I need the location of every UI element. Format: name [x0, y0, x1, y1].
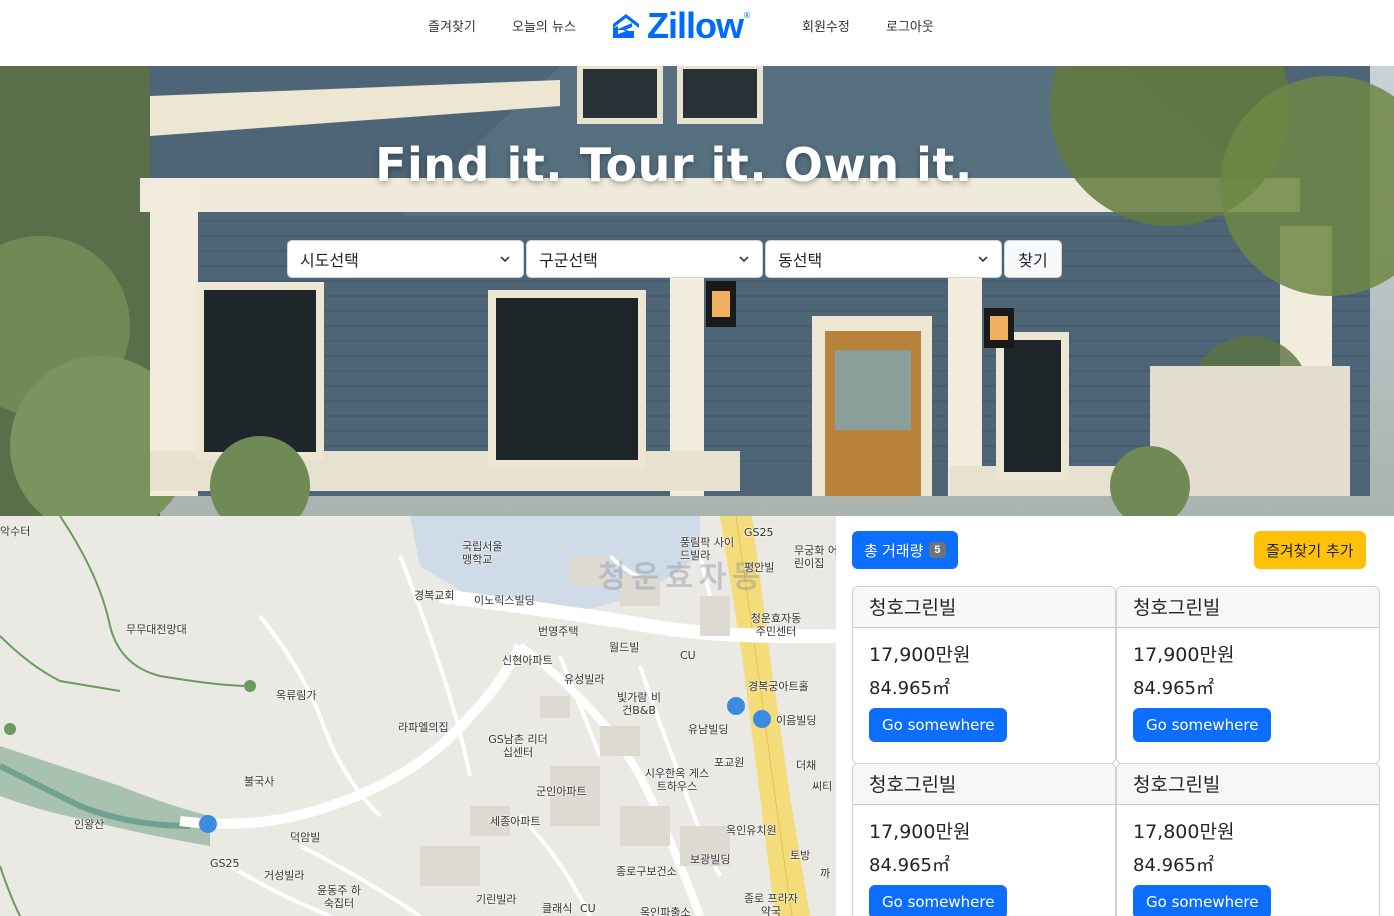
map-place-label: GS25 [210, 857, 240, 870]
total-transactions-label: 총 거래량 [864, 542, 924, 560]
property-name: 청호그린빌 [1117, 764, 1379, 805]
total-transactions-button[interactable]: 총 거래량 5 [852, 531, 958, 569]
map-place-label: 무궁화 어린이집 [794, 544, 836, 570]
map-place-label: 군인아파트 [536, 785, 587, 798]
go-somewhere-button[interactable]: Go somewhere [1133, 885, 1272, 916]
hero-title: Find it. Tour it. Own it. [375, 138, 973, 192]
map-place-label: 신현아파트 [502, 654, 553, 667]
map-place-label: 씨티 [812, 780, 833, 793]
region-search-form: 시도선택 구군선택 동선택 찾기 [287, 240, 1062, 278]
map-place-label: 토방 [790, 849, 811, 862]
property-price: 17,900만원 [869, 821, 971, 843]
property-price: 17,900만원 [869, 644, 971, 666]
map-place-label: GS25 [744, 526, 774, 539]
zillow-house-icon [613, 14, 639, 38]
property-card: 청호그린빌 17,900만원 84.965㎡ Go somewhere [852, 586, 1116, 764]
district-select[interactable]: 구군선택 [526, 240, 763, 278]
property-name: 청호그린빌 [853, 587, 1115, 628]
go-somewhere-button[interactable]: Go somewhere [869, 885, 1008, 916]
go-somewhere-button[interactable]: Go somewhere [869, 708, 1008, 742]
map-place-label: 풍림팍 사이드빌라 [680, 536, 735, 562]
map-place-label: 유남빌딩 [688, 723, 729, 736]
map-place-label: 라파엘의집 [398, 721, 449, 734]
map-place-label: 경복교회 [414, 589, 455, 602]
map-place-label: 기린빌라 [476, 893, 517, 906]
map-place-label: GS남촌 리더십센터 [488, 733, 548, 759]
map-place-label: CU [680, 649, 696, 662]
map-place-label: 시우한옥 게스트하우스 [644, 767, 710, 793]
dong-select[interactable]: 동선택 [765, 240, 1002, 278]
map-place-label: 옥류림가 [276, 689, 317, 702]
map-view[interactable]: 청운효자동 악수터 국립서울 맹학교 풍림팍 사이드빌라 GS25 무궁화 어린… [0, 516, 836, 916]
property-area: 84.965㎡ [1133, 678, 1214, 699]
total-count-badge: 5 [929, 542, 946, 558]
map-place-label: 더채 [796, 759, 817, 772]
zillow-logo[interactable]: Zillow ® [609, 7, 751, 45]
chevron-down-icon [978, 256, 988, 263]
map-place-label: 보광빌딩 [690, 853, 731, 866]
map-place-label: 인왕산 [74, 818, 105, 831]
map-place-label: 까 [820, 867, 831, 880]
map-place-label: 무무대전망대 [126, 623, 187, 636]
map-place-label: 윤동주 하숙집터 [317, 884, 361, 910]
property-name: 청호그린빌 [1117, 587, 1379, 628]
map-place-label: 이음빌딩 [776, 714, 817, 727]
transaction-panel: 총 거래량 5 즐겨찾기 추가 청호그린빌 17,900만원 84.965㎡ G… [836, 516, 1394, 916]
map-place-label: 포교원 [714, 756, 745, 769]
map-place-label: 거성빌라 [264, 869, 305, 882]
go-somewhere-button[interactable]: Go somewhere [1133, 708, 1272, 742]
property-price: 17,800만원 [1133, 821, 1235, 843]
hero-section: Find it. Tour it. Own it. 시도선택 구군선택 동선택 … [0, 66, 1394, 516]
map-place-label: 악수터 [0, 525, 31, 538]
map-place-label: 세종아파트 [490, 815, 541, 828]
map-place-label: 클래식 [542, 902, 573, 915]
property-card: 청호그린빌 17,900만원 84.965㎡ Go somewhere [852, 763, 1116, 916]
map-place-label: 덕암빌 [290, 831, 321, 844]
map-place-label: 이노릭스빌딩 [474, 594, 535, 607]
property-area: 84.965㎡ [869, 855, 950, 876]
map-place-label: 청운효자동 주민센터 [750, 612, 802, 638]
nav-profile-link[interactable]: 회원수정 [802, 16, 850, 35]
map-place-label: CU [580, 902, 596, 915]
city-select-value: 시도선택 [300, 251, 359, 270]
property-area: 84.965㎡ [869, 678, 950, 699]
map-place-label: 옥인파출소 [640, 906, 691, 916]
map-place-label: 종로 프라자약국 [743, 892, 799, 916]
map-place-label: 불국사 [244, 775, 275, 788]
district-select-value: 구군선택 [539, 251, 598, 270]
nav-news-link[interactable]: 오늘의 뉴스 [512, 16, 576, 35]
map-place-label: 번영주택 [538, 625, 579, 638]
chevron-down-icon [500, 256, 510, 263]
logo-registered-mark: ® [743, 11, 751, 20]
map-place-label: 국립서울 맹학교 [462, 540, 503, 566]
map-place-label: 빛가람 비건B&B [617, 691, 661, 717]
property-card: 청호그린빌 17,900만원 84.965㎡ Go somewhere [1116, 586, 1380, 764]
map-place-label: 유성빌라 [564, 673, 605, 686]
property-card: 청호그린빌 17,800만원 84.965㎡ Go somewhere [1116, 763, 1380, 916]
city-select[interactable]: 시도선택 [287, 240, 524, 278]
property-price: 17,900만원 [1133, 644, 1235, 666]
top-navbar: 즐겨찾기 오늘의 뉴스 Zillow ® 회원수정 로그아웃 [0, 0, 1394, 66]
map-place-label: 경복궁아트홀 [748, 680, 809, 693]
dong-select-value: 동선택 [778, 251, 823, 270]
hero-house-image [0, 66, 1394, 516]
property-name: 청호그린빌 [853, 764, 1115, 805]
nav-favorites-link[interactable]: 즐겨찾기 [428, 16, 476, 35]
property-area: 84.965㎡ [1133, 855, 1214, 876]
nav-logout-link[interactable]: 로그아웃 [886, 16, 934, 35]
map-place-label: 옥인유치원 [726, 824, 777, 837]
chevron-down-icon [739, 256, 749, 263]
map-place-label: 종로구보건소 [616, 865, 677, 878]
find-button[interactable]: 찾기 [1004, 240, 1062, 278]
logo-text: Zillow [647, 5, 744, 46]
map-place-label: 평안빌 [744, 561, 775, 574]
add-favorite-button[interactable]: 즐겨찾기 추가 [1254, 531, 1366, 569]
map-place-label: 월드빌 [609, 641, 640, 654]
